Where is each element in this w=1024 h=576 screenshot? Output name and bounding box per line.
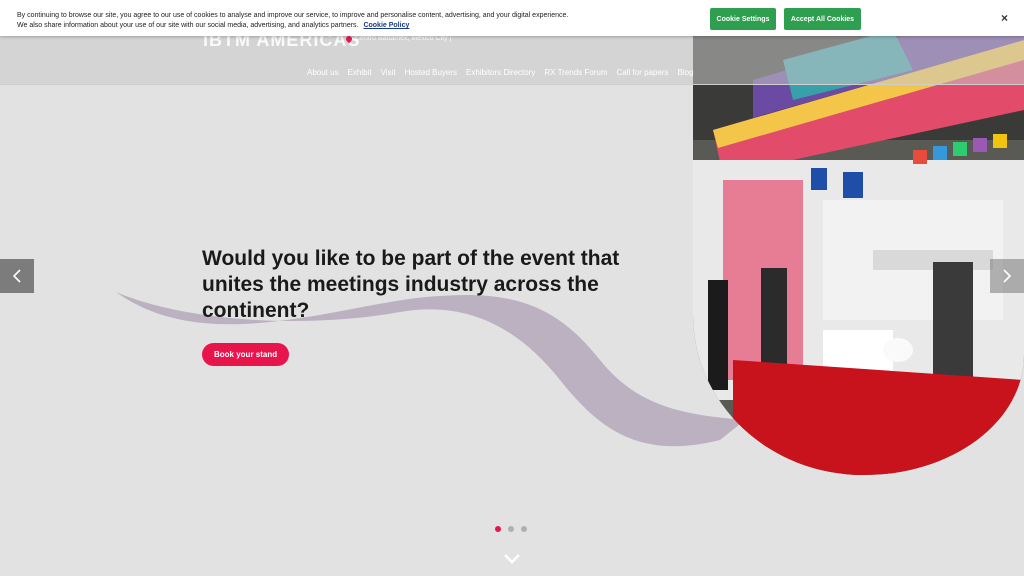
cookie-banner: By continuing to browse our site, you ag… (0, 0, 1024, 36)
nav-rx-trends-forum[interactable]: RX Trends Forum (544, 68, 607, 77)
nav-blog[interactable]: Blog (678, 68, 694, 77)
nav-about-us[interactable]: About us (307, 68, 339, 77)
event-location: Centro Banamex, Mexico City | (344, 34, 452, 43)
site-header: IBTM AMERICAS Centro Banamex, Mexico Cit… (0, 31, 1024, 85)
carousel-dot-3[interactable] (521, 526, 527, 532)
cookie-settings-button[interactable]: Cookie Settings (710, 8, 776, 30)
carousel-next-button[interactable] (990, 259, 1024, 293)
nav-visit[interactable]: Visit (381, 68, 396, 77)
main-nav: About us Exhibit Visit Hosted Buyers Exh… (307, 68, 694, 77)
hero-headline: Would you like to be part of the event t… (202, 247, 620, 322)
site-logo[interactable]: IBTM AMERICAS (203, 31, 360, 49)
event-location-text: Centro Banamex, Mexico City | (355, 35, 452, 42)
carousel-dots (495, 526, 527, 532)
close-icon[interactable]: × (1001, 11, 1008, 25)
carousel-dot-1[interactable] (495, 526, 501, 532)
chevron-left-icon (12, 269, 21, 283)
nav-exhibit[interactable]: Exhibit (348, 68, 372, 77)
book-stand-button[interactable]: Book your stand (202, 343, 290, 366)
cookie-policy-link[interactable]: Cookie Policy (363, 22, 409, 29)
chevron-right-icon (1003, 269, 1012, 283)
chevron-down-icon[interactable] (503, 552, 521, 566)
nav-exhibitors-directory[interactable]: Exhibitors Directory (466, 68, 535, 77)
hero-section: Would you like to be part of the event t… (0, 0, 1024, 576)
nav-hosted-buyers[interactable]: Hosted Buyers (405, 68, 457, 77)
cookie-message: By continuing to browse our site, you ag… (17, 12, 569, 29)
accept-cookies-button[interactable]: Accept All Cookies (784, 8, 861, 30)
nav-call-for-papers[interactable]: Call for papers (617, 68, 669, 77)
carousel-dot-2[interactable] (508, 526, 514, 532)
cookie-text-block: By continuing to browse our site, you ag… (17, 11, 577, 31)
carousel-prev-button[interactable] (0, 259, 34, 293)
